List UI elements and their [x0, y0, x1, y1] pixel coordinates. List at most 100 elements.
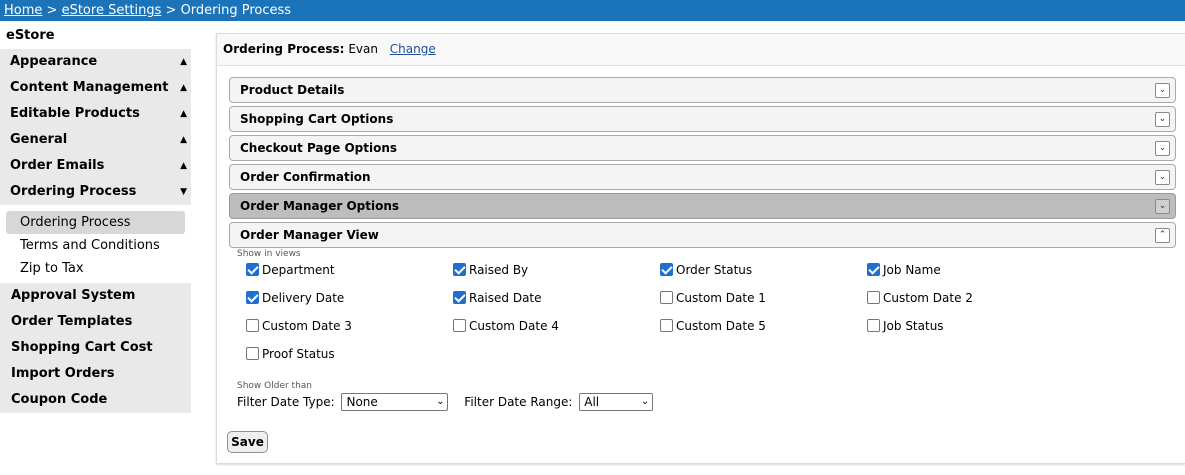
chevron-down-icon[interactable]: ⌄: [1155, 170, 1170, 185]
checkbox-job-name[interactable]: Job Name: [867, 262, 941, 278]
checkbox-unchecked-icon[interactable]: [867, 291, 880, 304]
checkbox-checked-icon[interactable]: [660, 263, 673, 276]
sidebar-item-editable-products[interactable]: Editable Products ▲: [0, 101, 191, 127]
chevron-down-icon[interactable]: ⌄: [1155, 141, 1170, 156]
checkbox-checked-icon[interactable]: [246, 291, 259, 304]
filter-date-range-label: Filter Date Range:: [464, 394, 573, 409]
section-order-manager-view[interactable]: Order Manager View ⌃: [229, 222, 1176, 248]
checkbox-label: Job Name: [883, 263, 941, 277]
section-order-manager-options[interactable]: Order Manager Options ⌄: [229, 193, 1176, 219]
sidebar-item-order-emails[interactable]: Order Emails ▲: [0, 153, 191, 179]
sidebar-item-content-management[interactable]: Content Management ▲: [0, 75, 191, 101]
sidebar-item-order-templates[interactable]: Order Templates: [0, 309, 191, 335]
order-manager-view-panel: Show in views Department Raised By Order…: [237, 248, 1177, 415]
checkbox-checked-icon[interactable]: [867, 263, 880, 276]
filter-date-range-value: All: [584, 395, 600, 409]
sidebar-item-approval-system[interactable]: Approval System: [0, 283, 191, 309]
collapse-arrow-icon: ▲: [180, 83, 187, 93]
section-label: Order Confirmation: [240, 170, 371, 184]
sidebar-item-import-orders[interactable]: Import Orders: [0, 361, 191, 387]
section-shopping-cart-options[interactable]: Shopping Cart Options ⌄: [229, 106, 1176, 132]
checkbox-custom-date-4[interactable]: Custom Date 4: [453, 318, 559, 334]
section-order-confirmation[interactable]: Order Confirmation ⌄: [229, 164, 1176, 190]
checkbox-unchecked-icon[interactable]: [660, 291, 673, 304]
sidebar-title: eStore: [0, 25, 191, 49]
checkbox-checked-icon[interactable]: [453, 291, 466, 304]
sidebar-item-coupon-code[interactable]: Coupon Code: [0, 387, 191, 413]
section-label: Product Details: [240, 83, 345, 97]
main-panel: Ordering Process: Evan Change Product De…: [216, 33, 1185, 464]
checkbox-label: Raised By: [469, 263, 529, 277]
sidebar-item-appearance[interactable]: Appearance ▲: [0, 49, 191, 75]
chevron-down-icon: ⌄: [640, 396, 650, 407]
change-link[interactable]: Change: [390, 42, 436, 56]
breadcrumb-separator: >: [46, 3, 58, 18]
checkbox-proof-status[interactable]: Proof Status: [246, 346, 335, 362]
filter-row: Filter Date Type: None ⌄ Filter Date Ran…: [237, 393, 1177, 415]
sidebar-subitem-ordering-process[interactable]: Ordering Process: [6, 211, 185, 234]
breadcrumb-settings-link[interactable]: eStore Settings: [62, 3, 162, 18]
checkbox-unchecked-icon[interactable]: [453, 319, 466, 332]
section-checkout-page-options[interactable]: Checkout Page Options ⌄: [229, 135, 1176, 161]
checkbox-unchecked-icon[interactable]: [867, 319, 880, 332]
expand-arrow-icon: ▼: [180, 187, 187, 197]
collapse-arrow-icon: ▲: [180, 135, 187, 145]
sidebar-item-label: Ordering Process: [10, 184, 137, 199]
breadcrumb-home-link[interactable]: Home: [4, 3, 42, 18]
checkbox-job-status[interactable]: Job Status: [867, 318, 944, 334]
show-older-than-hint: Show Older than: [237, 381, 312, 391]
checkbox-raised-by[interactable]: Raised By: [453, 262, 528, 278]
accordion: Product Details ⌄ Shopping Cart Options …: [229, 77, 1176, 248]
sidebar-subitem-zip-to-tax[interactable]: Zip to Tax: [6, 257, 185, 280]
checkbox-delivery-date[interactable]: Delivery Date: [246, 290, 344, 306]
sidebar-item-ordering-process[interactable]: Ordering Process ▼: [0, 179, 191, 205]
checkbox-unchecked-icon[interactable]: [660, 319, 673, 332]
checkbox-label: Custom Date 4: [469, 319, 559, 333]
sidebar-item-label: Order Emails: [10, 158, 105, 173]
header-value: Evan: [348, 42, 378, 56]
chevron-down-icon[interactable]: ⌄: [1155, 83, 1170, 98]
show-in-views-hint: Show in views: [237, 249, 301, 259]
filter-date-range-select[interactable]: All ⌄: [579, 393, 654, 411]
checkbox-label: Custom Date 2: [883, 291, 973, 305]
sidebar-item-label: General: [10, 132, 68, 147]
checkbox-label: Order Status: [676, 263, 753, 277]
sidebar: eStore Appearance ▲ Content Management ▲…: [0, 25, 191, 413]
checkbox-label: Custom Date 5: [676, 319, 766, 333]
filter-date-type-value: None: [346, 395, 378, 409]
page-header: Ordering Process: Evan Change: [217, 34, 1185, 66]
checkbox-label: Raised Date: [469, 291, 542, 305]
section-label: Shopping Cart Options: [240, 112, 394, 126]
checkbox-checked-icon[interactable]: [453, 263, 466, 276]
checkbox-label: Custom Date 3: [262, 319, 352, 333]
checkbox-unchecked-icon[interactable]: [246, 319, 259, 332]
chevron-down-icon[interactable]: ⌄: [1155, 199, 1170, 214]
chevron-down-icon[interactable]: ⌄: [1155, 112, 1170, 127]
breadcrumb-separator: >: [165, 3, 177, 18]
sidebar-submenu: Ordering Process Terms and Conditions Zi…: [0, 205, 191, 283]
sidebar-item-shopping-cart-cost[interactable]: Shopping Cart Cost: [0, 335, 191, 361]
header-label: Ordering Process:: [223, 42, 345, 56]
checkbox-raised-date[interactable]: Raised Date: [453, 290, 542, 306]
checkbox-custom-date-3[interactable]: Custom Date 3: [246, 318, 352, 334]
checkbox-custom-date-1[interactable]: Custom Date 1: [660, 290, 766, 306]
sidebar-item-general[interactable]: General ▲: [0, 127, 191, 153]
checkbox-checked-icon[interactable]: [246, 263, 259, 276]
chevron-up-icon[interactable]: ⌃: [1155, 228, 1170, 243]
checkbox-department[interactable]: Department: [246, 262, 335, 278]
checkbox-order-status[interactable]: Order Status: [660, 262, 752, 278]
save-button[interactable]: Save: [227, 431, 268, 453]
checkbox-custom-date-2[interactable]: Custom Date 2: [867, 290, 973, 306]
checkbox-label: Custom Date 1: [676, 291, 766, 305]
breadcrumb: Home > eStore Settings > Ordering Proces…: [0, 0, 1185, 21]
checkbox-custom-date-5[interactable]: Custom Date 5: [660, 318, 766, 334]
filter-date-type-select[interactable]: None ⌄: [341, 393, 449, 411]
section-product-details[interactable]: Product Details ⌄: [229, 77, 1176, 103]
sidebar-subitem-terms-and-conditions[interactable]: Terms and Conditions: [6, 234, 185, 257]
checkbox-label: Delivery Date: [262, 291, 345, 305]
checkbox-label: Job Status: [883, 319, 944, 333]
section-label: Order Manager Options: [240, 199, 400, 213]
checkbox-unchecked-icon[interactable]: [246, 347, 259, 360]
breadcrumb-current: Ordering Process: [180, 3, 292, 18]
collapse-arrow-icon: ▲: [180, 109, 187, 119]
